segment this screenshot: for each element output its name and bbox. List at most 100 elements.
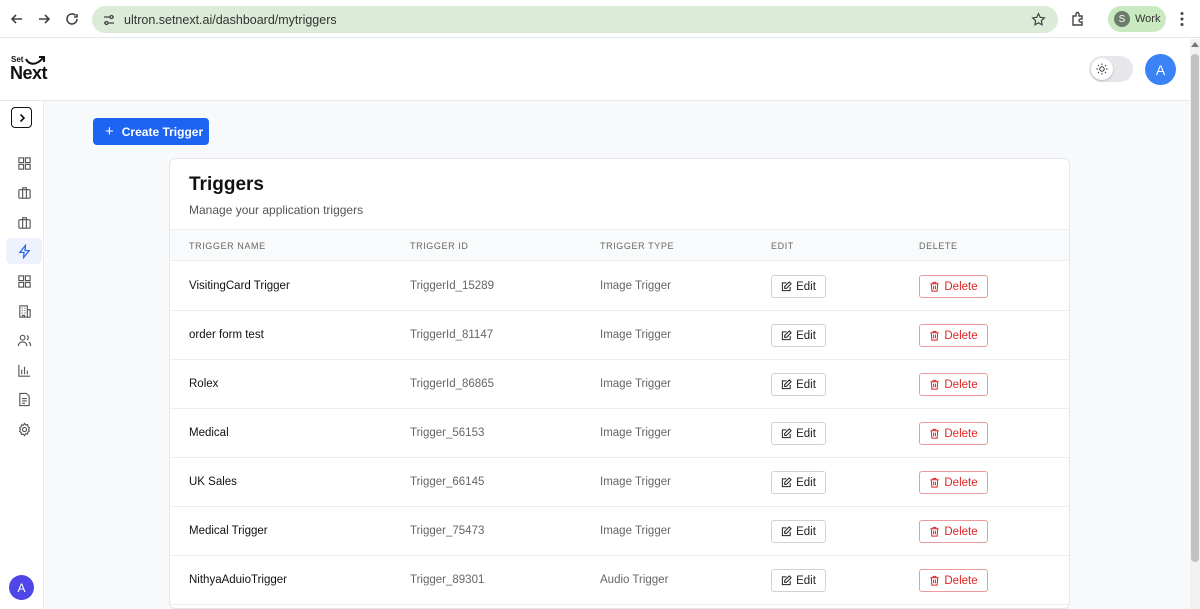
trigger-id: TriggerId_15289 xyxy=(410,280,494,292)
table-row: NithyaAduioTrigger Trigger_89301 Audio Tri… xyxy=(170,556,1069,605)
trigger-type: Image Trigger xyxy=(600,378,671,390)
table-row: Medical Trigger Trigger_75473 Image Trigge… xyxy=(170,507,1069,556)
delete-button[interactable]: Delete xyxy=(919,520,988,543)
trigger-type: Image Trigger xyxy=(600,280,671,292)
plus-icon: + xyxy=(105,123,114,140)
trigger-name: NithyaAduioTrigger xyxy=(189,574,288,586)
sidebar-user-avatar[interactable]: A xyxy=(9,575,34,600)
edit-icon xyxy=(781,477,792,488)
delete-label: Delete xyxy=(944,378,978,391)
theme-toggle[interactable] xyxy=(1089,56,1133,82)
trigger-type: Image Trigger xyxy=(600,329,671,341)
edit-icon xyxy=(781,379,792,390)
grid-icon xyxy=(17,274,31,288)
page-scrollbar[interactable] xyxy=(1190,39,1200,609)
trash-icon xyxy=(930,428,939,439)
trigger-type: Image Trigger xyxy=(600,427,671,439)
trigger-id: Trigger_56153 xyxy=(410,427,485,439)
delete-button[interactable]: Delete xyxy=(919,324,988,347)
edit-button[interactable]: Edit xyxy=(771,373,826,396)
extensions-icon[interactable] xyxy=(1070,10,1088,28)
trigger-id: TriggerId_81147 xyxy=(410,329,494,341)
trash-icon xyxy=(930,477,939,488)
address-bar[interactable]: ultron.setnext.ai/dashboard/mytriggers xyxy=(92,6,1058,33)
column-header-edit: EDIT xyxy=(771,241,794,251)
delete-button[interactable]: Delete xyxy=(919,373,988,396)
edit-label: Edit xyxy=(796,329,816,342)
sidebar-item-triggers[interactable] xyxy=(6,238,42,264)
user-avatar[interactable]: A xyxy=(1145,54,1176,85)
triggers-card: Triggers Manage your application trigger… xyxy=(169,158,1070,609)
sun-icon xyxy=(1091,58,1113,80)
sidebar-expand-button[interactable] xyxy=(11,107,32,128)
trigger-id: TriggerId_86865 xyxy=(410,378,494,390)
scroll-up-arrow-icon[interactable] xyxy=(1191,42,1199,47)
edit-button[interactable]: Edit xyxy=(771,520,826,543)
trigger-id: Trigger_66145 xyxy=(410,476,485,488)
page-subtitle: Manage your application triggers xyxy=(189,203,364,217)
edit-label: Edit xyxy=(796,378,816,391)
trigger-id: Trigger_89301 xyxy=(410,574,485,586)
trigger-type: Audio Trigger xyxy=(600,574,669,586)
briefcase-icon xyxy=(17,186,31,199)
page-title: Triggers xyxy=(189,174,264,195)
site-settings-icon[interactable] xyxy=(102,13,116,27)
create-trigger-button[interactable]: + Create Trigger xyxy=(93,118,209,145)
users-icon xyxy=(17,334,31,346)
create-trigger-label: Create Trigger xyxy=(121,124,204,139)
bookmark-star-icon[interactable] xyxy=(1031,12,1046,27)
profile-button[interactable]: S Work xyxy=(1108,6,1166,32)
sidebar-item-users[interactable] xyxy=(6,327,42,353)
edit-label: Edit xyxy=(796,280,816,293)
table-row: Medical Trigger_56153 Image Trigger Edit Del… xyxy=(170,409,1069,458)
trigger-name: order form test xyxy=(189,329,264,341)
sidebar-item-workspaces[interactable] xyxy=(6,209,42,235)
delete-button[interactable]: Delete xyxy=(919,275,988,298)
column-header-trigger-type: TRIGGER TYPE xyxy=(600,241,675,251)
building-icon xyxy=(18,304,31,318)
app-header: Set Next A xyxy=(0,39,1190,101)
forward-icon[interactable] xyxy=(30,5,58,33)
reload-icon[interactable] xyxy=(58,5,86,33)
delete-label: Delete xyxy=(944,427,978,440)
scrollbar-thumb[interactable] xyxy=(1191,54,1199,562)
delete-label: Delete xyxy=(944,476,978,489)
delete-label: Delete xyxy=(944,574,978,587)
browser-toolbar: ultron.setnext.ai/dashboard/mytriggers S… xyxy=(0,0,1200,38)
grid-icon xyxy=(17,156,31,170)
back-icon[interactable] xyxy=(3,5,31,33)
edit-icon xyxy=(781,575,792,586)
main-content: + Create Trigger Triggers Manage your ap… xyxy=(45,101,1190,609)
trigger-type: Image Trigger xyxy=(600,525,671,537)
sidebar-item-organization[interactable] xyxy=(6,298,42,324)
edit-label: Edit xyxy=(796,427,816,440)
sidebar-item-analytics[interactable] xyxy=(6,357,42,383)
delete-label: Delete xyxy=(944,280,978,293)
edit-label: Edit xyxy=(796,476,816,489)
edit-button[interactable]: Edit xyxy=(771,422,826,445)
bar-chart-icon xyxy=(17,364,30,377)
edit-button[interactable]: Edit xyxy=(771,471,826,494)
sidebar-item-projects[interactable] xyxy=(6,179,42,205)
edit-button[interactable]: Edit xyxy=(771,324,826,347)
setnext-logo[interactable]: Set Next xyxy=(10,55,50,85)
sidebar-item-settings[interactable] xyxy=(6,416,42,442)
edit-icon xyxy=(781,428,792,439)
table-row: UK Sales Trigger_66145 Image Trigger Edit De… xyxy=(170,458,1069,507)
trigger-id: Trigger_75473 xyxy=(410,525,485,537)
sidebar: A xyxy=(0,101,44,609)
table-header: TRIGGER NAME TRIGGER ID TRIGGER TYPE EDI… xyxy=(170,229,1069,261)
trigger-type: Image Trigger xyxy=(600,476,671,488)
gear-icon xyxy=(18,421,30,437)
delete-button[interactable]: Delete xyxy=(919,569,988,592)
sidebar-item-documents[interactable] xyxy=(6,386,42,412)
column-header-trigger-name: TRIGGER NAME xyxy=(189,241,266,251)
sidebar-item-dashboard[interactable] xyxy=(6,150,42,176)
edit-button[interactable]: Edit xyxy=(771,569,826,592)
more-menu-icon[interactable] xyxy=(1175,10,1189,28)
delete-button[interactable]: Delete xyxy=(919,422,988,445)
table-row: VisitingCard Trigger TriggerId_15289 Image… xyxy=(170,262,1069,311)
edit-button[interactable]: Edit xyxy=(771,275,826,298)
delete-button[interactable]: Delete xyxy=(919,471,988,494)
sidebar-item-apps[interactable] xyxy=(6,268,42,294)
